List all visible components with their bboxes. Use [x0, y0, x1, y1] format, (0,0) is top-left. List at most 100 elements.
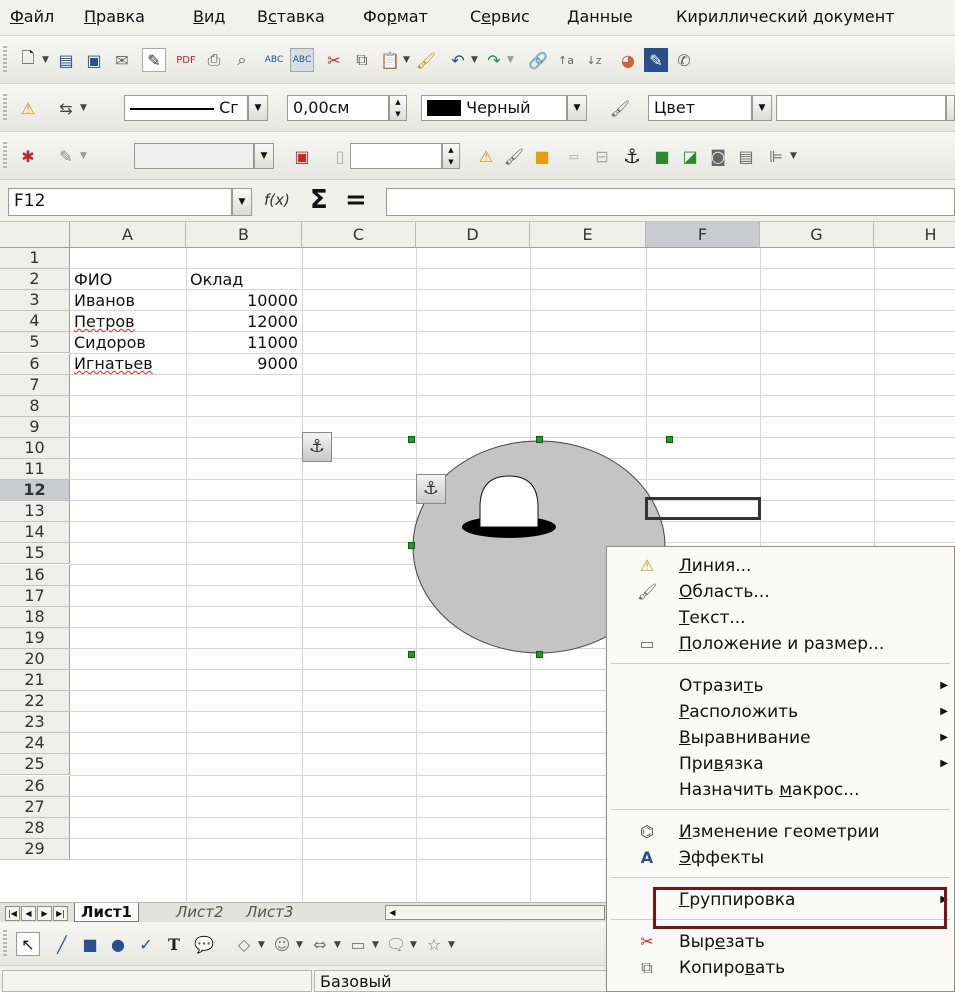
active-cell-f12[interactable] [645, 497, 761, 520]
hat-crown-shape[interactable] [479, 475, 539, 528]
text-tool-icon[interactable]: T [162, 932, 186, 956]
context-menu-item-text[interactable]: Текст... [607, 605, 954, 631]
context-menu-item-position-size[interactable]: ▭ Положение и размер... [607, 631, 954, 657]
name-box-dropdown-button[interactable]: ▼ [232, 188, 252, 216]
row-header-8[interactable]: 8 [0, 395, 70, 417]
row-header-12[interactable]: 12 [0, 480, 70, 502]
select-object-icon[interactable]: ✱ [16, 144, 40, 168]
insert-function-icon[interactable]: ▣ [290, 144, 314, 168]
paste-icon[interactable]: 📋 [378, 48, 402, 72]
line-tool-icon[interactable]: ╱ [50, 932, 74, 956]
row-header-25[interactable]: 25 [0, 754, 70, 776]
export-pdf-icon[interactable]: PDF [174, 48, 198, 72]
last-sheet-button[interactable]: ▶| [53, 906, 68, 921]
row-header-1[interactable]: 1 [0, 248, 70, 269]
context-menu-item-edit-points[interactable]: ⌬ Изменение геометрии [607, 819, 954, 845]
line-icon[interactable]: ⚠ [16, 96, 40, 120]
sort-descending-icon[interactable]: ↓z [582, 48, 606, 72]
callouts-dropdown-icon[interactable]: ▼ [410, 940, 417, 950]
column-header-e[interactable]: E [530, 222, 646, 248]
row-header-17[interactable]: 17 [0, 585, 70, 607]
column-header-b[interactable]: B [186, 222, 302, 248]
cell-a4[interactable]: Петров [74, 311, 135, 332]
cell-b2[interactable]: Оклад [190, 269, 243, 290]
menu-format[interactable]: Формат [363, 7, 428, 26]
column-header-g[interactable]: G [760, 222, 874, 248]
menu-data[interactable]: Данные [567, 7, 633, 26]
row-header-5[interactable]: 5 [0, 332, 70, 354]
row-header-3[interactable]: 3 [0, 290, 70, 312]
new-dropdown-icon[interactable]: ▼ [42, 55, 49, 65]
select-pointer-icon[interactable]: ↖ [16, 932, 40, 956]
copy-icon[interactable]: ⧉ [350, 48, 374, 72]
align-dropdown-icon[interactable]: ▼ [790, 151, 797, 161]
cell-b3[interactable]: 10000 [186, 290, 298, 311]
menu-view[interactable]: Вид [193, 7, 225, 26]
cell-b6[interactable]: 9000 [186, 353, 298, 374]
selection-handle[interactable] [666, 436, 673, 443]
undo-icon[interactable]: ↶ [446, 48, 470, 72]
line-color-dropdown-button[interactable]: ▼ [567, 95, 587, 121]
auto-spellcheck-icon[interactable]: ABC [290, 48, 314, 72]
cell-a3[interactable]: Иванов [74, 290, 135, 311]
area-style-icon[interactable]: 🖌 [608, 96, 632, 120]
crop-icon[interactable]: ⊟ [590, 144, 614, 168]
context-menu-item-flip[interactable]: Отразить ▶ [607, 673, 954, 699]
row-header-24[interactable]: 24 [0, 733, 70, 755]
sheet-tab-1[interactable]: Лист1 [74, 903, 139, 922]
column-header-d[interactable]: D [416, 222, 530, 248]
redo-dropdown-icon[interactable]: ▼ [507, 55, 514, 65]
insert-chart-icon[interactable]: ◕ [616, 48, 640, 72]
context-menu-item-copy[interactable]: ⧉ Копировать [607, 955, 954, 981]
row-header-27[interactable]: 27 [0, 796, 70, 818]
area-fill-dropdown-button[interactable] [946, 95, 955, 121]
line-style-dropdown-button[interactable]: ▼ [248, 95, 268, 121]
row-header-28[interactable]: 28 [0, 817, 70, 839]
shadow-icon[interactable]: ■ [530, 144, 554, 168]
column-header-a[interactable]: A [70, 222, 186, 248]
column-header-f[interactable]: F [646, 222, 760, 248]
row-header-10[interactable]: 10 [0, 437, 70, 459]
row-header-9[interactable]: 9 [0, 416, 70, 438]
arrow-style-dropdown-icon[interactable]: ▼ [80, 103, 87, 113]
toolbar-grip[interactable] [3, 94, 7, 122]
callouts-icon[interactable]: 🗨 [384, 932, 408, 956]
next-sheet-button[interactable]: ▶ [37, 906, 52, 921]
row-header-23[interactable]: 23 [0, 712, 70, 734]
selection-handle[interactable] [408, 542, 415, 549]
toolbar-grip[interactable] [3, 46, 7, 74]
row-header-2[interactable]: 2 [0, 269, 70, 291]
status-page-style[interactable]: Базовый [314, 970, 614, 992]
function-wizard-icon[interactable]: f(x) [264, 191, 290, 209]
row-header-22[interactable]: 22 [0, 691, 70, 713]
email-icon[interactable]: ✉ [110, 48, 134, 72]
line-properties-icon[interactable]: ⚠ [474, 144, 498, 168]
highlight-dropdown-icon[interactable]: ▼ [80, 151, 87, 161]
context-menu-item-line[interactable]: ⚠ Линия... [607, 553, 954, 579]
row-header-16[interactable]: 16 [0, 564, 70, 586]
stars-dropdown-icon[interactable]: ▼ [448, 940, 455, 950]
flowchart-dropdown-icon[interactable]: ▼ [372, 940, 379, 950]
select-all-corner[interactable] [0, 222, 70, 248]
rotation-field[interactable] [350, 143, 442, 169]
freeform-tool-icon[interactable]: ✓ [134, 932, 158, 956]
ellipse-tool-icon[interactable]: ● [106, 932, 130, 956]
row-header-15[interactable]: 15 [0, 543, 70, 565]
line-width-field[interactable]: 0,00см [287, 95, 389, 121]
row-header-4[interactable]: 4 [0, 311, 70, 333]
show-draw-functions-icon[interactable]: ✎ [644, 48, 668, 72]
context-menu-item-fontwork[interactable]: A Эффекты [607, 845, 954, 871]
menu-edit[interactable]: Правка [84, 7, 145, 26]
redo-icon[interactable]: ↷ [482, 48, 506, 72]
cell-a5[interactable]: Сидоров [74, 332, 146, 353]
block-arrows-dropdown-icon[interactable]: ▼ [334, 940, 341, 950]
format-paintbrush-icon[interactable]: 🖌 [414, 48, 438, 72]
toolbar-grip[interactable] [3, 142, 7, 170]
context-menu-item-anchor[interactable]: Привязка ▶ [607, 751, 954, 777]
print-icon[interactable]: ⎙ [202, 48, 226, 72]
to-foreground-icon[interactable]: ◙ [706, 144, 730, 168]
rotate-icon[interactable]: ▯ [328, 144, 352, 168]
cell-b4[interactable]: 12000 [186, 311, 298, 332]
save-icon[interactable]: ▣ [82, 48, 106, 72]
flowchart-icon[interactable]: ▭ [346, 932, 370, 956]
